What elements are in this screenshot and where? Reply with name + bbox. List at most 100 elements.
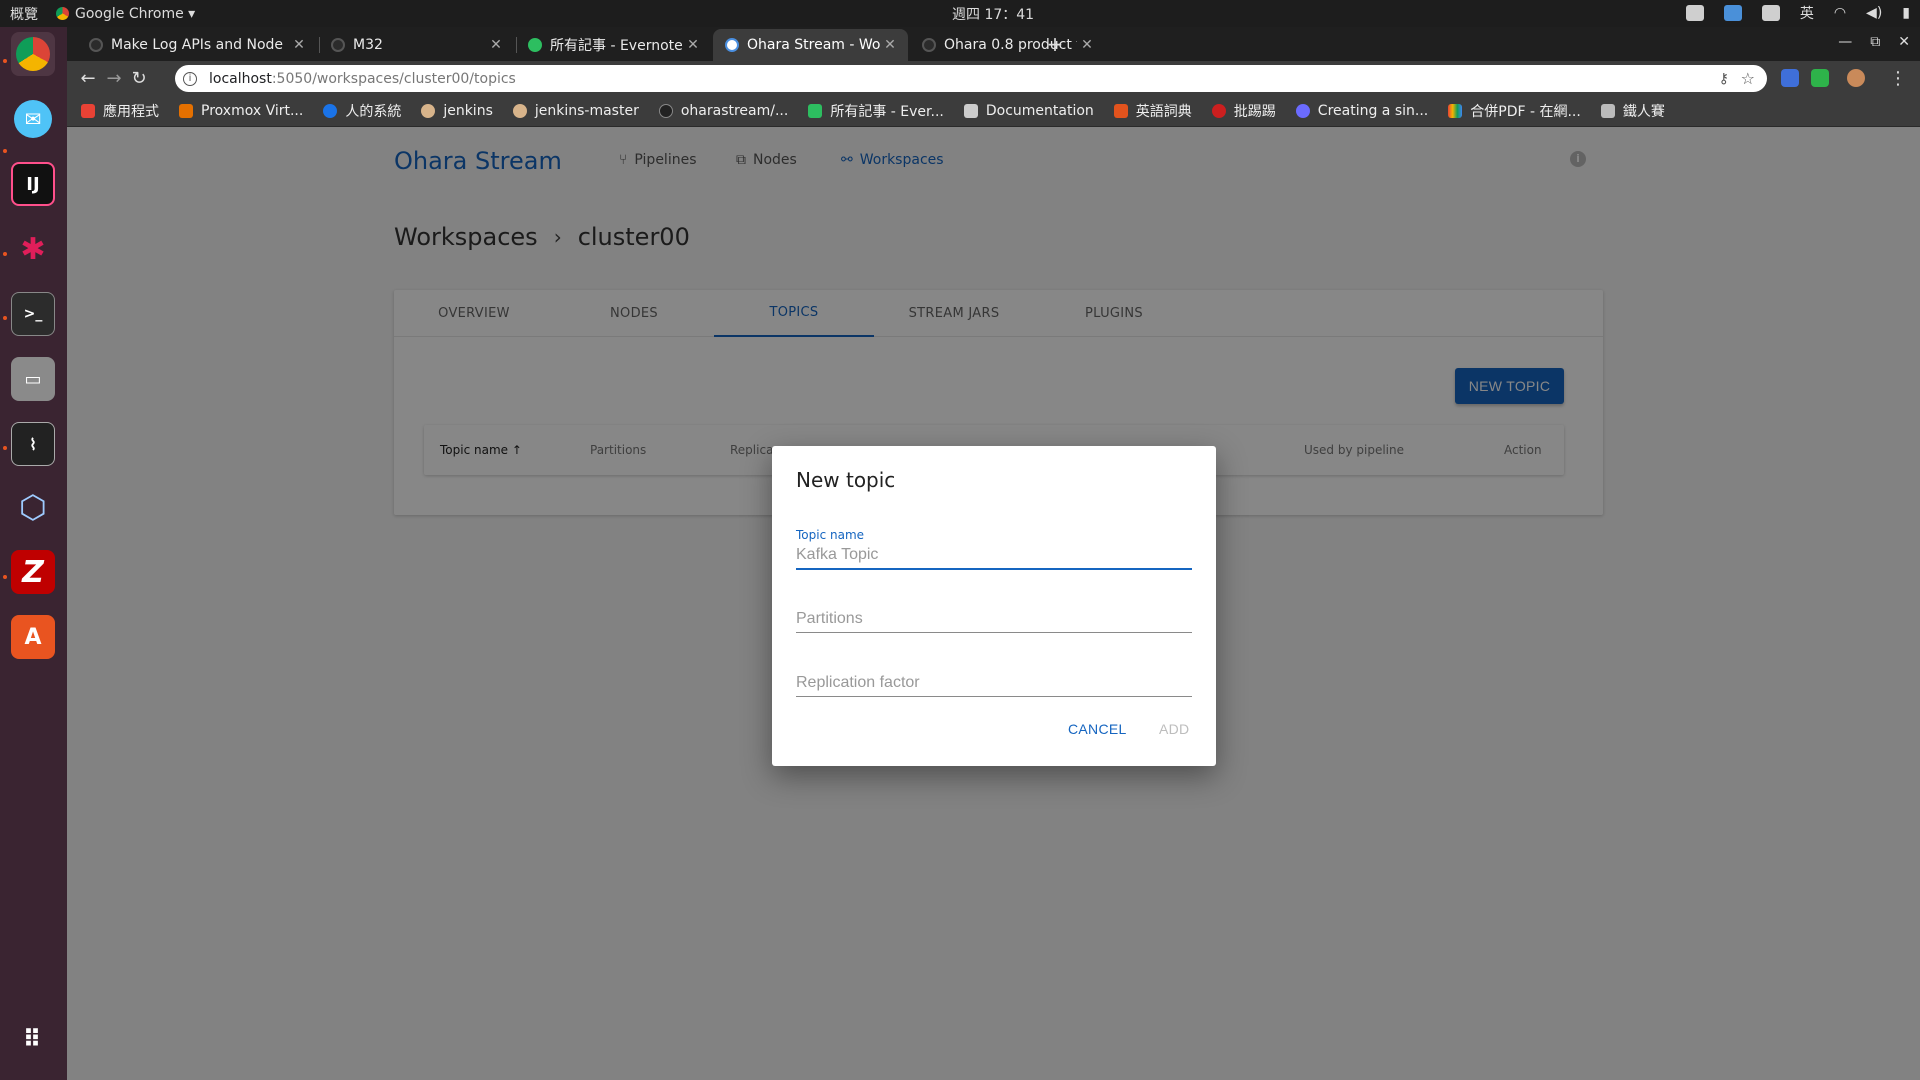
show-applications-icon[interactable]: ⠿ bbox=[11, 1017, 55, 1061]
minimize-icon[interactable]: — bbox=[1838, 34, 1852, 50]
mail-launcher-icon[interactable]: ✉ bbox=[11, 97, 55, 141]
bookmark-item[interactable]: 合併PDF - 在網... bbox=[1448, 101, 1581, 121]
back-icon[interactable]: ← bbox=[77, 68, 99, 89]
close-tab-icon[interactable]: ✕ bbox=[683, 37, 703, 53]
jenkins-icon bbox=[512, 104, 527, 118]
close-tab-icon[interactable]: ✕ bbox=[880, 37, 900, 53]
bookmark-item[interactable]: jenkins-master bbox=[512, 103, 639, 119]
dropbox-tray-icon[interactable] bbox=[1761, 5, 1780, 21]
github-icon bbox=[658, 104, 673, 118]
tab-title: 所有記事 - Evernote 網頁版 bbox=[550, 38, 683, 54]
app-menu-label: Google Chrome bbox=[75, 6, 184, 22]
browser-tab[interactable]: 所有記事 - Evernote 網頁版 ✕ bbox=[516, 29, 711, 61]
window-controls: — ⧉ ✕ bbox=[1838, 34, 1910, 50]
notes-tray-icon[interactable] bbox=[1723, 5, 1742, 21]
chrome-launcher-icon[interactable] bbox=[11, 32, 55, 76]
pdf-tool-icon bbox=[1448, 104, 1463, 118]
chrome-menu-icon[interactable]: ⋮ bbox=[1887, 68, 1909, 89]
translate-extension-icon[interactable] bbox=[1781, 69, 1799, 87]
bookmark-label: jenkins bbox=[443, 103, 493, 119]
replication-factor-input[interactable] bbox=[796, 670, 1192, 696]
profile-avatar-icon[interactable] bbox=[1847, 69, 1865, 87]
field-underline bbox=[796, 632, 1192, 633]
app-menu[interactable]: Google Chrome ▾ bbox=[56, 6, 195, 22]
browser-tab-bar: Make Log APIs and Node ✕ M32 ✕ 所有記事 - Ev… bbox=[67, 27, 1920, 61]
ptt-icon bbox=[1211, 104, 1226, 118]
bookmark-item[interactable]: 鐵人賽 bbox=[1600, 101, 1665, 121]
bookmark-label: Creating a sin... bbox=[1317, 103, 1429, 119]
bookmark-item[interactable]: Creating a sin... bbox=[1295, 103, 1429, 119]
browser-toolbar: ← → ↻ i localhost:5050/workspaces/cluste… bbox=[67, 61, 1920, 96]
browser-tab-active[interactable]: Ohara Stream - Workspaces ✕ bbox=[713, 29, 908, 61]
topic-name-field: Topic name bbox=[796, 528, 1192, 570]
input-method-indicator[interactable]: 英 bbox=[1800, 3, 1814, 23]
partitions-field bbox=[796, 606, 1192, 633]
bookmark-item[interactable]: 批踢踢 bbox=[1211, 101, 1276, 121]
topic-name-input[interactable] bbox=[796, 542, 1192, 568]
proxmox-icon bbox=[179, 104, 193, 118]
bookmark-label: 批踢踢 bbox=[1233, 104, 1276, 120]
partitions-input[interactable] bbox=[796, 606, 1192, 632]
github-favicon-icon bbox=[331, 38, 345, 52]
dialog-title: New topic bbox=[796, 468, 896, 492]
system-monitor-launcher-icon[interactable]: ⌇ bbox=[11, 422, 55, 466]
reload-icon[interactable]: ↻ bbox=[128, 68, 150, 89]
bookmark-label: Proxmox Virt... bbox=[201, 103, 304, 119]
bookmark-item[interactable]: Proxmox Virt... bbox=[179, 103, 303, 119]
restore-icon[interactable]: ⧉ bbox=[1870, 34, 1880, 50]
cancel-button[interactable]: CANCEL bbox=[1068, 721, 1127, 737]
browser-tab[interactable]: Make Log APIs and Node ✕ bbox=[77, 29, 317, 61]
intellij-launcher-icon[interactable]: IJ bbox=[11, 162, 55, 206]
close-window-icon[interactable]: ✕ bbox=[1898, 34, 1910, 50]
document-icon bbox=[963, 104, 978, 118]
close-tab-icon[interactable]: ✕ bbox=[289, 37, 309, 53]
bookmark-item[interactable]: 人的系統 bbox=[323, 101, 401, 121]
bookmark-item[interactable]: oharastream/... bbox=[658, 103, 788, 119]
wifi-icon[interactable]: ◠ bbox=[1834, 5, 1846, 21]
bookmark-label: 人的系統 bbox=[345, 104, 402, 120]
address-bar[interactable]: i localhost:5050/workspaces/cluster00/to… bbox=[175, 65, 1767, 92]
new-tab-button[interactable]: + bbox=[1043, 32, 1067, 56]
bookmark-label: jenkins-master bbox=[534, 103, 639, 119]
filezilla-launcher-icon[interactable]: Z bbox=[11, 550, 55, 594]
bookmark-item[interactable]: Documentation bbox=[963, 103, 1094, 119]
forward-icon[interactable]: → bbox=[103, 68, 125, 89]
evernote-favicon-icon bbox=[528, 38, 542, 52]
jenkins-icon bbox=[421, 104, 436, 118]
wechat-extension-icon[interactable] bbox=[1811, 69, 1829, 87]
bookmark-item[interactable]: 應用程式 bbox=[81, 101, 159, 121]
tab-title: M32 bbox=[353, 37, 383, 53]
terminal-launcher-icon[interactable]: >_ bbox=[11, 292, 55, 336]
bookmark-label: 合併PDF - 在網... bbox=[1470, 104, 1581, 120]
activities-button[interactable]: 概覽 bbox=[10, 4, 38, 24]
github-favicon-icon bbox=[922, 38, 936, 52]
app-launcher: ✉ IJ ✱ >_ ▭ ⌇ ⬡ Z A ⠿ bbox=[0, 27, 67, 1080]
close-tab-icon[interactable]: ✕ bbox=[486, 37, 506, 53]
site-favicon-icon bbox=[323, 104, 338, 118]
password-key-icon[interactable]: ⚷ bbox=[1719, 71, 1729, 87]
browser-tab[interactable]: Ohara 0.8 product testing ✕ bbox=[910, 29, 1105, 61]
bookmark-item[interactable]: jenkins bbox=[421, 103, 493, 119]
slack-launcher-icon[interactable]: ✱ bbox=[11, 227, 55, 271]
dictionary-icon bbox=[1113, 104, 1128, 118]
running-indicator bbox=[3, 149, 7, 153]
bookmarks-bar: 應用程式 Proxmox Virt... 人的系統 jenkins jenkin… bbox=[67, 96, 1920, 127]
software-center-launcher-icon[interactable]: A bbox=[11, 615, 55, 659]
site-info-icon[interactable]: i bbox=[183, 71, 197, 86]
browser-tab[interactable]: M32 ✕ bbox=[319, 29, 514, 61]
battery-icon[interactable]: ▮ bbox=[1902, 5, 1910, 21]
virtualbox-launcher-icon[interactable]: ⬡ bbox=[11, 485, 55, 529]
files-launcher-icon[interactable]: ▭ bbox=[11, 357, 55, 401]
bookmark-item[interactable]: 所有記事 - Ever... bbox=[808, 101, 944, 121]
site-favicon-icon bbox=[1295, 104, 1310, 118]
add-button[interactable]: ADD bbox=[1159, 721, 1189, 737]
system-clock[interactable]: 週四 17：41 bbox=[952, 4, 1034, 24]
volume-icon[interactable]: ◀) bbox=[1866, 5, 1882, 21]
replication-factor-field bbox=[796, 670, 1192, 697]
bookmark-item[interactable]: 英語詞典 bbox=[1113, 101, 1192, 121]
slack-tray-icon[interactable] bbox=[1685, 5, 1704, 21]
running-indicator bbox=[3, 446, 7, 450]
bookmark-star-icon[interactable]: ☆ bbox=[1741, 69, 1755, 88]
system-top-panel: 概覽 Google Chrome ▾ 週四 17：41 英 ◠ ◀) ▮ bbox=[0, 0, 1920, 27]
close-tab-icon[interactable]: ✕ bbox=[1077, 37, 1097, 53]
